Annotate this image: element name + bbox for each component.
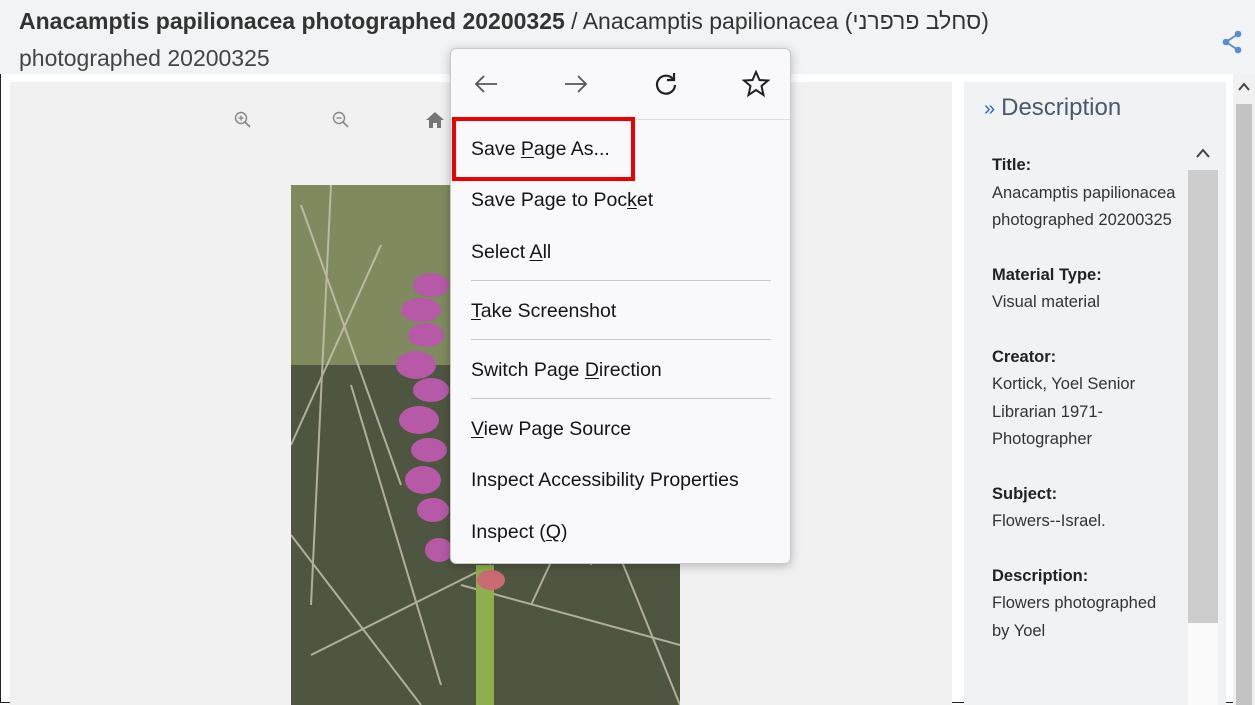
field-label: Subject:	[992, 484, 1058, 503]
record-title-line2: photographed 20200325	[19, 45, 270, 71]
page-scrollbar[interactable]	[1233, 74, 1255, 705]
field-material-type: Material Type: Visual material	[992, 262, 1177, 317]
zoom-out-icon[interactable]	[331, 110, 351, 130]
menu-item-text: ake Screenshot	[480, 300, 617, 322]
bookmark-button[interactable]	[741, 69, 771, 99]
menu-item-accesskey: D	[584, 359, 599, 381]
field-value: Visual material	[992, 293, 1100, 311]
scrollbar-thumb[interactable]	[1236, 104, 1252, 705]
field-creator: Creator: Kortick, Yoel Senior Librarian …	[992, 344, 1177, 454]
menu-switch-page-direction[interactable]: Switch Page Direction	[471, 359, 662, 382]
double-chevron-right-icon[interactable]: »	[984, 98, 995, 120]
chevron-up-icon[interactable]	[1195, 146, 1211, 160]
menu-select-all[interactable]: Select All	[471, 241, 551, 264]
menu-item-text: Inspect Accessibility Properties	[471, 469, 739, 491]
title-separator: /	[564, 8, 583, 34]
highlight-box	[452, 117, 635, 181]
zoom-in-icon[interactable]	[233, 110, 253, 130]
home-icon[interactable]	[424, 110, 446, 130]
record-title-bold: Anacamptis papilionacea photographed 202…	[19, 8, 565, 34]
menu-item-text: Switch Page	[471, 359, 585, 381]
menu-item-accesskey: k	[627, 189, 637, 211]
record-title: Anacamptis papilionacea photographed 202…	[19, 8, 989, 35]
field-title: Title: Anacamptis papilionacea photograp…	[992, 152, 1177, 235]
field-label: Creator:	[992, 347, 1057, 366]
field-description: Description: Flowers photographed by Yoe…	[992, 563, 1177, 646]
menu-separator	[471, 280, 771, 281]
field-subject: Subject: Flowers--Israel.	[992, 481, 1177, 536]
back-button[interactable]	[471, 69, 501, 99]
menu-item-text: iew Page Source	[483, 418, 632, 440]
field-value: Anacamptis papilionacea photographed 202…	[992, 183, 1176, 230]
field-value: Flowers photographed by Yoel	[992, 594, 1157, 640]
field-label: Material Type:	[992, 265, 1102, 284]
arrow-right-icon	[565, 75, 588, 93]
context-nav-row	[451, 49, 790, 120]
field-label: Title:	[992, 156, 1032, 174]
menu-item-text: )	[560, 521, 568, 543]
field-value: Flowers--Israel.	[992, 512, 1106, 530]
menu-save-page-to-pocket[interactable]: Save Page to Pocket	[471, 189, 653, 212]
menu-inspect-accessibility[interactable]: Inspect Accessibility Properties	[471, 469, 739, 492]
menu-item-text: et	[636, 189, 654, 211]
description-scrollbar[interactable]	[1188, 142, 1218, 705]
menu-item-accesskey: V	[471, 418, 484, 440]
menu-inspect[interactable]: Inspect (Q)	[471, 521, 567, 544]
share-icon[interactable]	[1221, 30, 1243, 54]
menu-item-text: Select	[471, 241, 530, 263]
menu-separator	[471, 339, 771, 340]
record-title-normal: Anacamptis papilionacea (סחלב פרפרני)	[582, 8, 989, 34]
menu-view-page-source[interactable]: View Page Source	[471, 418, 631, 441]
reload-icon	[655, 73, 677, 95]
field-value: Kortick, Yoel Senior Librarian 1971- Pho…	[992, 375, 1136, 448]
menu-item-accesskey: T	[471, 300, 481, 322]
menu-item-text: Save Page to Poc	[471, 189, 628, 211]
arrow-left-icon	[474, 75, 497, 93]
star-icon	[742, 70, 770, 98]
menu-item-accesskey: A	[529, 241, 543, 263]
menu-item-accesskey: Q	[545, 521, 561, 543]
description-heading[interactable]: » Description	[984, 94, 1121, 122]
menu-separator	[471, 398, 771, 399]
field-label: Description:	[992, 566, 1089, 585]
menu-item-text: Inspect (	[471, 521, 546, 543]
description-fields: Title: Anacamptis papilionacea photograp…	[992, 152, 1177, 672]
menu-item-text: ll	[542, 241, 552, 263]
chevron-up-icon[interactable]	[1238, 82, 1250, 92]
forward-button[interactable]	[561, 69, 591, 99]
scrollbar-thumb[interactable]	[1188, 170, 1218, 623]
menu-take-screenshot[interactable]: Take Screenshot	[471, 300, 616, 323]
description-heading-text: Description	[1001, 94, 1122, 121]
reload-button[interactable]	[651, 69, 681, 99]
menu-item-text: irection	[598, 359, 662, 381]
